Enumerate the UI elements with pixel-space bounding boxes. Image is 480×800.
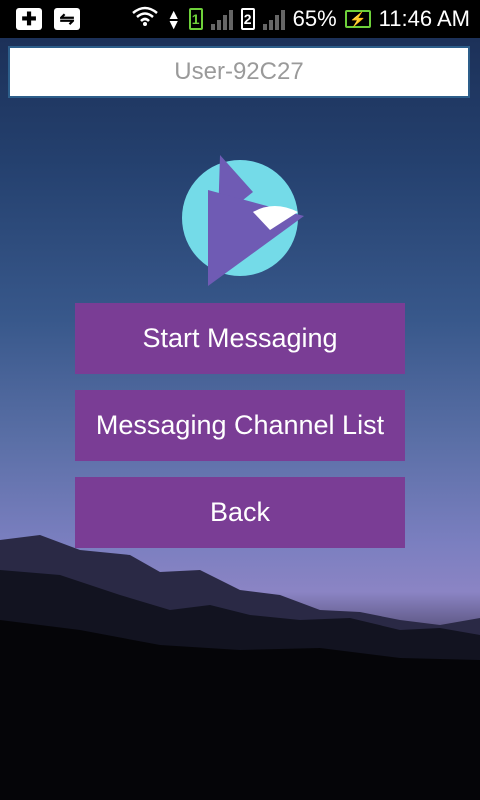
signal-bars-icon (210, 8, 233, 30)
sim2-icon: 2 (240, 8, 255, 30)
user-id-field: User-92C27 (8, 46, 470, 98)
wifi-icon (131, 5, 159, 33)
battery-charging-icon: ⚡ (344, 10, 371, 28)
start-messaging-button[interactable]: Start Messaging (75, 303, 405, 374)
status-bar: ✚ ⇋ ▲ ▼ 1 2 65% ⚡ 11:46 AM (0, 0, 480, 38)
sim1-icon: 1 (188, 8, 203, 30)
data-arrows-icon: ▲ ▼ (166, 6, 181, 32)
back-button[interactable]: Back (75, 477, 405, 548)
app-logo-icon (182, 155, 304, 286)
battery-percent: 65% (292, 6, 337, 31)
messaging-channel-list-button[interactable]: Messaging Channel List (75, 390, 405, 461)
usb-icon: ⇋ (54, 8, 80, 30)
signal-bars-2-icon (262, 8, 285, 30)
clock: 11:46 AM (378, 6, 470, 31)
notification-plus-icon: ✚ (16, 8, 42, 30)
